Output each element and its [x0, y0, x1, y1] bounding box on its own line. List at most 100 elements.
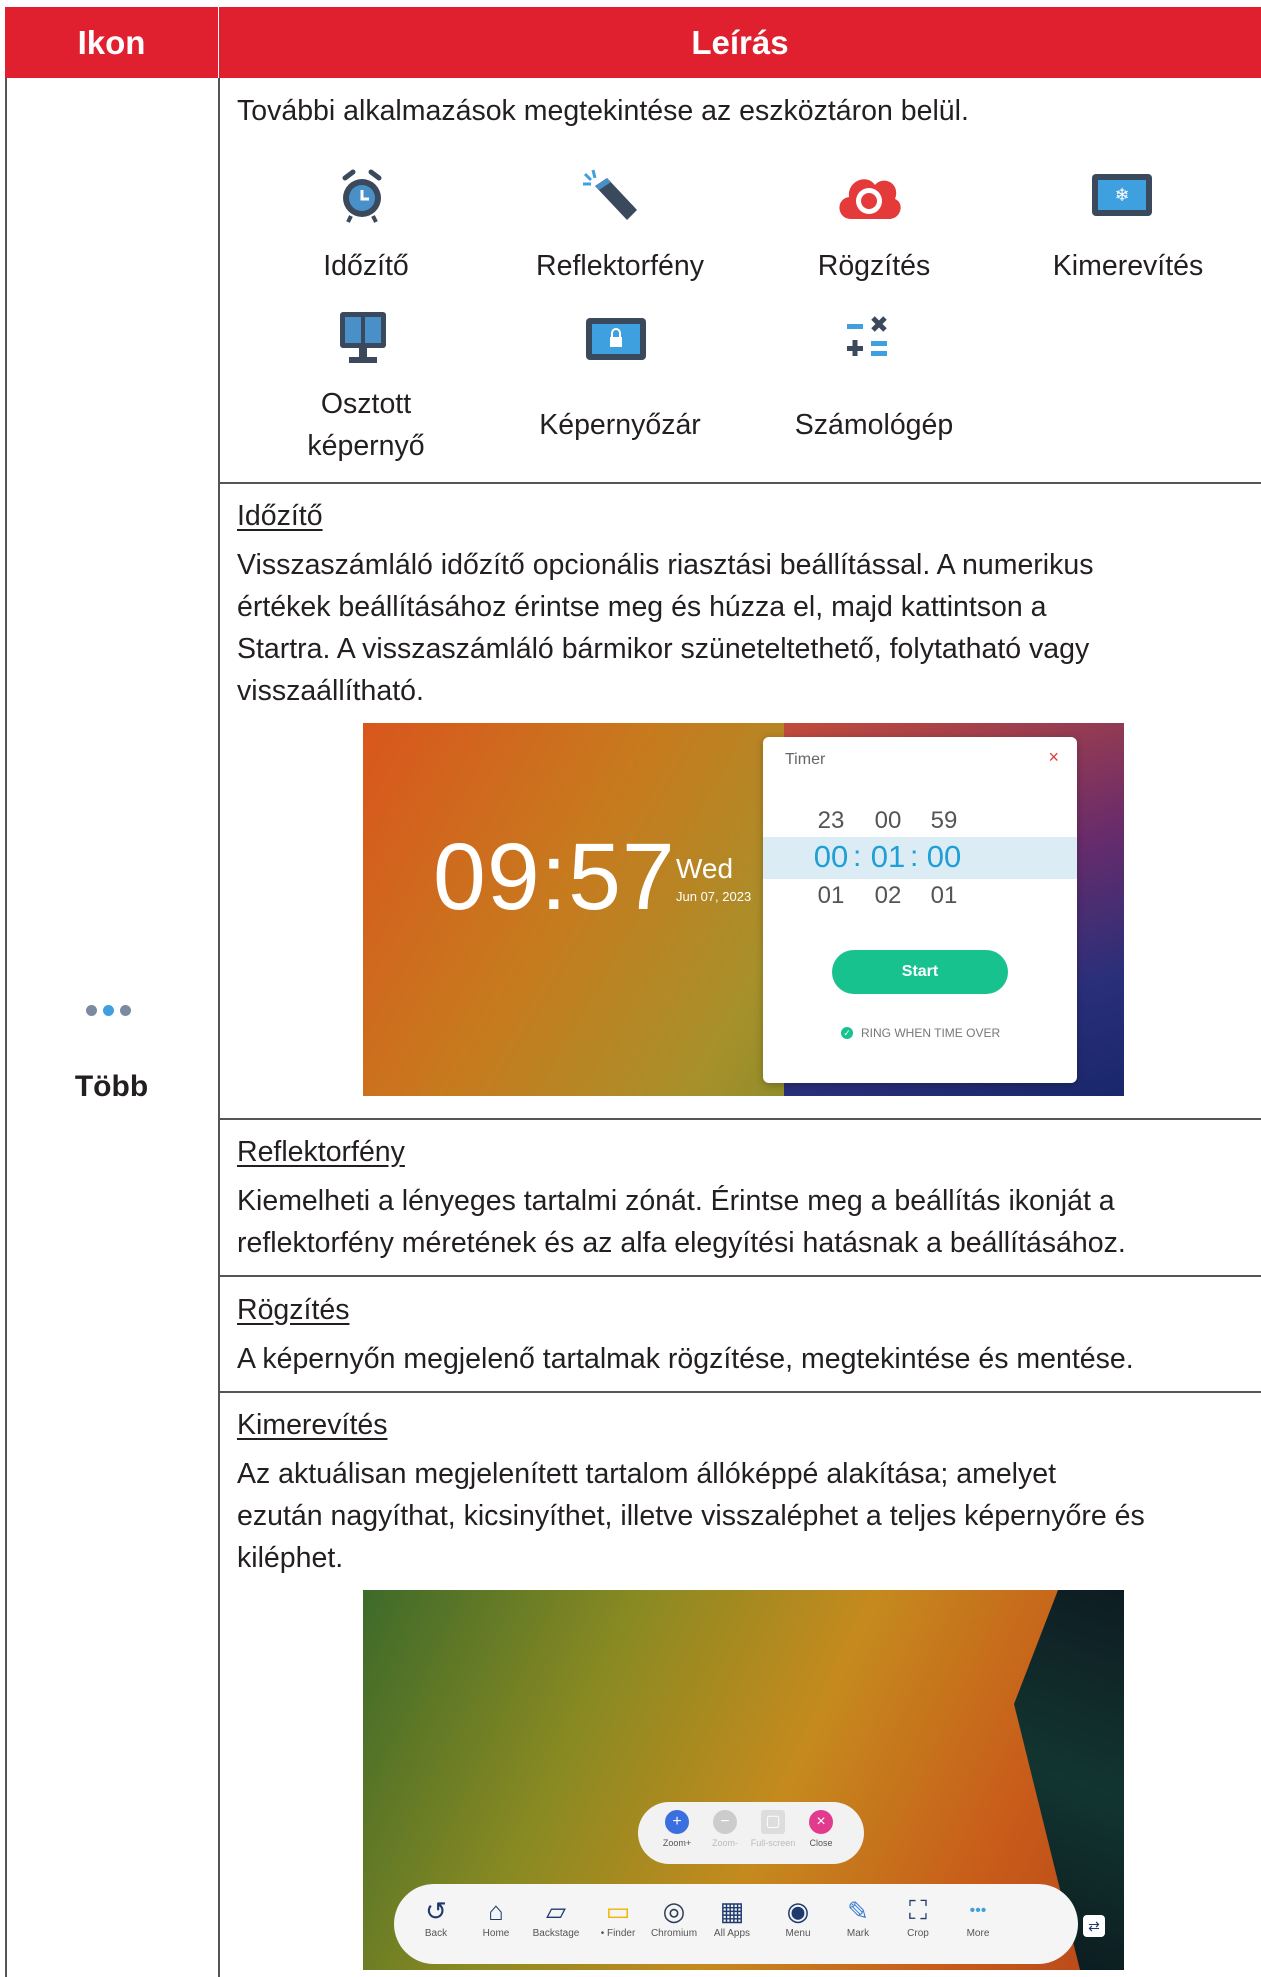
- header-col-description: Leírás: [219, 7, 1261, 78]
- dock-mark-label: Mark: [846, 1928, 870, 1939]
- table-column-divider: [218, 78, 220, 1977]
- start-button[interactable]: Start: [832, 950, 1008, 994]
- zoom-out-label: Zoom-: [711, 1838, 738, 1848]
- backstage-icon: ▱: [546, 1895, 566, 1926]
- screen-lock-icon: [585, 317, 647, 361]
- close-label: Close: [809, 1838, 833, 1848]
- timer-next-hours[interactable]: 01: [806, 882, 856, 910]
- freeze-snowflake-icon: ❄: [1091, 173, 1153, 217]
- dock-finder-label: • Finder: [600, 1928, 636, 1939]
- section-title-record: Rögzítés: [237, 1294, 350, 1326]
- dock-mark[interactable]: ✎ Mark: [830, 1894, 886, 1940]
- close-icon: ×: [809, 1810, 833, 1834]
- dock-menu[interactable]: ◉ Menu: [770, 1894, 826, 1940]
- app-label-calculator: Számológép: [794, 409, 954, 441]
- dock-backstage[interactable]: ▱ Backstage: [528, 1894, 584, 1940]
- dock-all-apps[interactable]: ▦ All Apps: [704, 1894, 760, 1940]
- dock-home[interactable]: ⌂ Home: [468, 1894, 524, 1940]
- dock-crop-label: Crop: [907, 1928, 929, 1939]
- timer-next-minutes[interactable]: 02: [863, 882, 913, 910]
- more-dots-icon: [86, 1003, 138, 1017]
- finder-icon: ▭: [605, 1895, 631, 1926]
- spotlight-text-line-1: Kiemelheti a lényeges tartalmi zónát. Ér…: [237, 1185, 1115, 1217]
- back-icon: ↺: [425, 1895, 447, 1926]
- timer-prev-minutes[interactable]: 00: [863, 807, 913, 835]
- bottom-dock: ↺ Back ⌂ Home ▱ Backstage ▭ • Finder ◎ Chromi…: [394, 1884, 1078, 1964]
- dock-home-label: Home: [482, 1928, 510, 1939]
- dock-back-label: Back: [424, 1928, 448, 1939]
- timer-text-line-4: visszaállítható.: [237, 675, 424, 707]
- clock-time: 09:57: [433, 824, 676, 930]
- zoom-out-icon: −: [713, 1810, 737, 1834]
- all-apps-icon: ▦: [719, 1895, 745, 1926]
- more-icon: •••: [969, 1902, 987, 1919]
- freeze-zoom-toolbar: + Zoom+ − Zoom- ▢ Full-screen × Close: [638, 1802, 864, 1864]
- row-divider-4: [219, 1391, 1261, 1393]
- section-title-freeze: Kimerevítés: [237, 1409, 388, 1441]
- dock-all-apps-label: All Apps: [713, 1928, 751, 1939]
- flashlight-icon: [581, 168, 641, 224]
- clock-day: Wed: [676, 853, 734, 884]
- dock-more[interactable]: ••• More: [950, 1894, 1006, 1939]
- full-screen-icon: ▢: [761, 1810, 785, 1834]
- dock-crop[interactable]: ⛶ Crop: [890, 1894, 946, 1939]
- timer-screenshot: 09:57 Wed Jun 07, 2023 Timer × 23 00 59 …: [363, 723, 1124, 1096]
- timer-dialog: Timer × 23 00 59 00 : 01 : 00 01 02 01 S…: [763, 737, 1077, 1083]
- svg-text:❄: ❄: [1114, 185, 1129, 206]
- timer-prev-hours[interactable]: 23: [806, 807, 856, 835]
- timer-text-line-3: Startra. A visszaszámláló bármikor szüne…: [237, 633, 1090, 665]
- timer-seconds[interactable]: 00: [914, 839, 974, 875]
- dock-toggle-icon[interactable]: ⇄: [1083, 1915, 1105, 1937]
- zoom-in-button[interactable]: + Zoom+: [652, 1810, 702, 1848]
- zoom-in-icon: +: [665, 1810, 689, 1834]
- dock-menu-label: Menu: [785, 1928, 811, 1939]
- dock-more-label: More: [966, 1928, 990, 1939]
- dock-finder[interactable]: ▭ • Finder: [590, 1894, 646, 1940]
- ring-label: RING WHEN TIME OVER: [861, 1026, 1001, 1040]
- intro-text: További alkalmazások megtekintése az esz…: [237, 95, 969, 127]
- dock-back[interactable]: ↺ Back: [408, 1894, 464, 1940]
- split-screen-icon: [339, 311, 387, 365]
- timer-text-line-1: Visszaszámláló időzítő opcionális riaszt…: [237, 549, 1094, 581]
- app-label-freeze: Kimerevítés: [1052, 250, 1204, 282]
- app-label-record: Rögzítés: [817, 250, 931, 282]
- zoom-out-button[interactable]: − Zoom-: [700, 1810, 750, 1848]
- chromium-icon: ◎: [662, 1895, 686, 1926]
- icon-label-more: Több: [74, 1070, 149, 1103]
- freeze-text-line-2: ezután nagyíthat, kicsinyíthet, illetve …: [237, 1500, 1145, 1532]
- timer-dialog-title: Timer: [785, 751, 826, 768]
- row-divider-3: [219, 1275, 1261, 1277]
- dock-chromium[interactable]: ◎ Chromium: [646, 1894, 702, 1940]
- calculator-icon: [845, 314, 893, 362]
- alarm-clock-icon: [339, 168, 385, 224]
- timer-minutes[interactable]: 01: [858, 839, 918, 875]
- header-col-icon: Ikon: [5, 7, 218, 78]
- close-freeze-button[interactable]: × Close: [796, 1810, 846, 1848]
- timer-text-line-2: értékek beállításához érintse meg és húz…: [237, 591, 1047, 623]
- full-screen-button[interactable]: ▢ Full-screen: [748, 1810, 798, 1848]
- close-icon[interactable]: ×: [1048, 747, 1059, 768]
- row-divider-1: [219, 482, 1261, 484]
- zoom-in-label: Zoom+: [662, 1838, 692, 1848]
- section-title-timer: Időzítő: [237, 500, 323, 532]
- app-label-spotlight: Reflektorfény: [536, 250, 704, 282]
- timer-next-seconds[interactable]: 01: [919, 882, 969, 910]
- freeze-screenshot: + Zoom+ − Zoom- ▢ Full-screen × Close ↺ Back …: [363, 1590, 1124, 1970]
- record-text-line-1: A képernyőn megjelenő tartalmak rögzítés…: [237, 1343, 1134, 1375]
- header-icon-label: Ikon: [77, 23, 146, 61]
- ring-when-time-over-checkbox[interactable]: ✓ RING WHEN TIME OVER: [841, 1026, 1000, 1040]
- crop-icon: ⛶: [908, 1895, 928, 1925]
- dock-chromium-label: Chromium: [650, 1928, 698, 1939]
- full-screen-label: Full-screen: [750, 1838, 796, 1848]
- table-border-left: [5, 78, 7, 1977]
- dock-backstage-label: Backstage: [532, 1928, 580, 1939]
- app-label-timer: Időzítő: [323, 250, 409, 282]
- timer-prev-seconds[interactable]: 59: [919, 807, 969, 835]
- menu-icon: ◉: [786, 1895, 810, 1926]
- spotlight-text-line-2: reflektorfény méretének és az alfa elegy…: [237, 1227, 1126, 1259]
- timer-hours[interactable]: 00: [801, 839, 861, 875]
- mark-pen-icon: ✎: [847, 1895, 869, 1926]
- section-title-spotlight: Reflektorfény: [237, 1136, 405, 1168]
- app-label-split-screen-line2: képernyő: [307, 430, 425, 462]
- row-divider-2: [219, 1118, 1261, 1120]
